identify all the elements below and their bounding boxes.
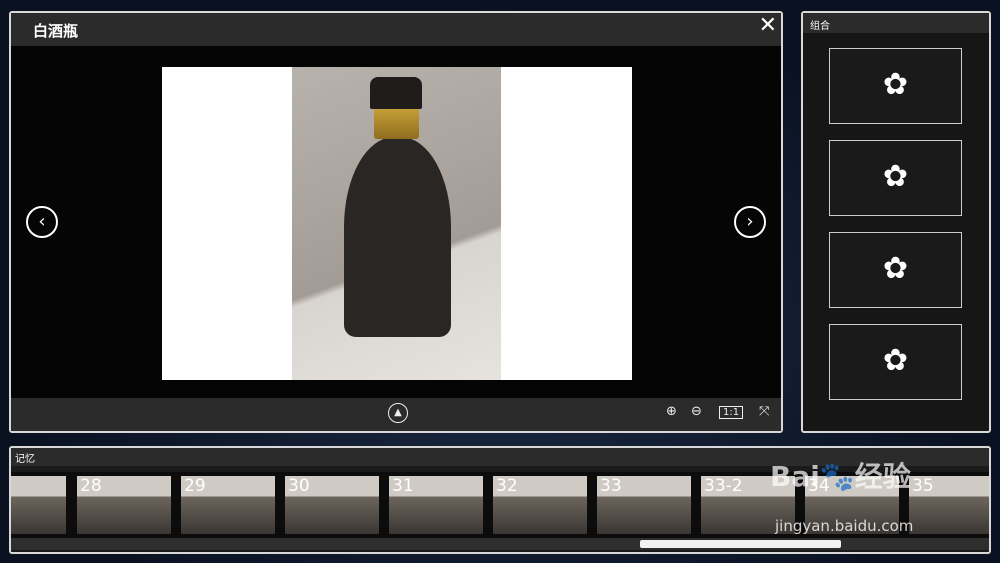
- chevron-left-icon[interactable]: ‹: [26, 206, 58, 238]
- thumbnail-label: 33-2: [704, 476, 743, 496]
- thumbnail-item[interactable]: 30: [285, 476, 379, 534]
- thumbnail-item[interactable]: 31: [389, 476, 483, 534]
- thumbnail-label: 33: [600, 476, 622, 496]
- combo-title: 组合: [803, 13, 989, 33]
- displayed-image: [162, 67, 632, 380]
- bottle-photo: [292, 67, 501, 380]
- thumbnail-item[interactable]: 35: [909, 476, 989, 534]
- thumbnail-label: 32: [496, 476, 518, 496]
- thumbnail-item[interactable]: 29: [181, 476, 275, 534]
- thumbnail-item[interactable]: 28: [77, 476, 171, 534]
- thumbnail-label: 28: [80, 476, 102, 496]
- bottle-cap: [370, 77, 422, 109]
- zoom-in-icon[interactable]: ⊕: [666, 404, 677, 419]
- close-icon[interactable]: ✕: [759, 13, 777, 38]
- chevron-right-icon[interactable]: ›: [734, 206, 766, 238]
- image-viewer: 白酒瓶 ✕ ‹ › ▲ ⊕ ⊖ 1:1 ⤧: [9, 11, 783, 433]
- horizontal-scrollbar[interactable]: [11, 538, 989, 550]
- zoom-out-icon[interactable]: ⊖: [691, 404, 702, 419]
- thumbnail-label: 30: [288, 476, 310, 496]
- brain-icon: ✿: [882, 159, 909, 194]
- thumbnail-label: 29: [184, 476, 206, 496]
- thumbnail-item[interactable]: [11, 476, 66, 534]
- bottle-body: [344, 137, 451, 337]
- thumbnail-item[interactable]: 32: [493, 476, 587, 534]
- fullscreen-icon[interactable]: ⤧: [759, 404, 769, 419]
- viewer-toolbar: ▲ ⊕ ⊖ 1:1 ⤧: [11, 398, 781, 431]
- combo-slot-2[interactable]: ✿: [829, 140, 962, 216]
- scrollbar-thumb[interactable]: [640, 540, 841, 548]
- brain-icon: ✿: [882, 251, 909, 286]
- watermark-url: jingyan.baidu.com: [775, 517, 914, 535]
- actual-size-button[interactable]: 1:1: [719, 406, 744, 419]
- thumbnail-item[interactable]: 33: [597, 476, 691, 534]
- image-stage: ‹ ›: [11, 46, 781, 398]
- combo-slot-1[interactable]: ✿: [829, 48, 962, 124]
- viewer-title: 白酒瓶: [33, 22, 79, 40]
- combo-panel: 组合 ✿ ✿ ✿ ✿: [801, 11, 991, 433]
- brain-icon: ✿: [882, 343, 909, 378]
- brain-icon: ✿: [882, 67, 909, 102]
- thumbnail-label: 35: [912, 476, 934, 496]
- bottle-neck: [374, 107, 419, 139]
- watermark-logo: Bai🐾经验: [770, 460, 911, 493]
- combo-slot-4[interactable]: ✿: [829, 324, 962, 400]
- thumbnail-label: 31: [392, 476, 414, 496]
- viewer-header: 白酒瓶 ✕: [11, 13, 781, 46]
- chevron-up-icon[interactable]: ▲: [388, 403, 408, 423]
- combo-slot-3[interactable]: ✿: [829, 232, 962, 308]
